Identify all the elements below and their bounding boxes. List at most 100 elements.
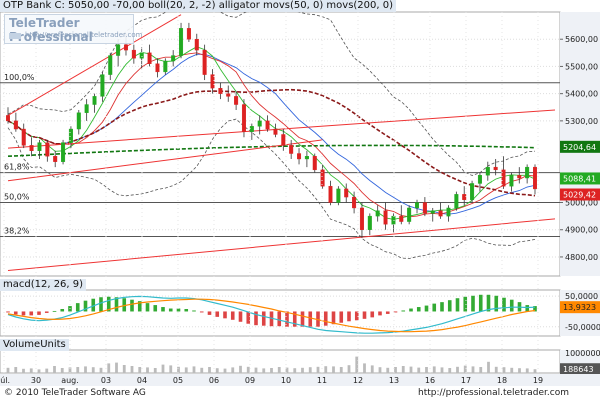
candle-body[interactable] bbox=[171, 55, 176, 62]
candle-body[interactable] bbox=[344, 188, 349, 198]
macd-histogram-bar bbox=[339, 311, 344, 323]
candle-body[interactable] bbox=[194, 39, 199, 51]
macd-panel[interactable]: 50,0000 -50,0000 13,9323 bbox=[0, 289, 600, 337]
candle-body[interactable] bbox=[415, 202, 420, 209]
candle-body[interactable] bbox=[446, 207, 451, 217]
volume-bar bbox=[463, 365, 467, 373]
candle-body[interactable] bbox=[297, 153, 302, 160]
volume-panel-title: VolumeUnits bbox=[0, 339, 69, 351]
candle-body[interactable] bbox=[485, 166, 490, 176]
candle-body[interactable] bbox=[234, 96, 239, 105]
volume-bar bbox=[161, 364, 165, 373]
candle-body[interactable] bbox=[367, 215, 372, 230]
candle-body[interactable] bbox=[45, 142, 50, 157]
footer-url[interactable]: http://professional.teletrader.com bbox=[418, 388, 569, 398]
volume-bar bbox=[525, 368, 529, 373]
candle-body[interactable] bbox=[304, 156, 309, 160]
macd-histogram-bar bbox=[323, 311, 328, 326]
macd-histogram-bar bbox=[300, 311, 305, 327]
volume-bar bbox=[301, 367, 304, 373]
candle-body[interactable] bbox=[163, 60, 168, 73]
x-tick-label: 12 bbox=[353, 376, 363, 385]
candle-body[interactable] bbox=[249, 126, 254, 132]
macd-histogram-bar bbox=[13, 311, 18, 315]
candle-body[interactable] bbox=[336, 188, 341, 203]
volume-bar bbox=[510, 367, 514, 373]
volume-bar bbox=[487, 361, 490, 373]
candle-body[interactable] bbox=[226, 93, 231, 97]
candle-body[interactable] bbox=[289, 145, 294, 154]
candle-body[interactable] bbox=[139, 52, 144, 59]
volume-bar bbox=[308, 367, 312, 373]
candle-body[interactable] bbox=[100, 74, 105, 97]
candle-body[interactable] bbox=[422, 202, 427, 214]
candle-body[interactable] bbox=[147, 52, 152, 64]
candle-body[interactable] bbox=[312, 156, 317, 171]
candle-body[interactable] bbox=[383, 210, 388, 225]
candle-body[interactable] bbox=[462, 194, 467, 200]
candle-body[interactable] bbox=[477, 175, 482, 184]
candle-body[interactable] bbox=[399, 215, 404, 222]
candle-body[interactable] bbox=[155, 63, 160, 73]
macd-histogram-bar bbox=[145, 303, 150, 312]
candle-body[interactable] bbox=[375, 210, 380, 217]
volume-bar bbox=[200, 367, 204, 373]
macd-histogram-bar bbox=[525, 305, 530, 312]
candle-body[interactable] bbox=[76, 112, 81, 130]
candle-body[interactable] bbox=[525, 166, 530, 179]
candle-body[interactable] bbox=[186, 28, 191, 40]
macd-histogram-bar bbox=[192, 310, 196, 312]
watermark-title: TeleTrader Professional bbox=[9, 16, 93, 44]
candle-body[interactable] bbox=[53, 156, 58, 162]
volume-bar bbox=[99, 367, 103, 373]
candle-body[interactable] bbox=[273, 128, 278, 135]
volume-bar bbox=[84, 366, 87, 373]
candle-body[interactable] bbox=[352, 196, 357, 209]
candle-body[interactable] bbox=[179, 28, 184, 56]
candle-body[interactable] bbox=[123, 44, 128, 51]
volume-bar bbox=[146, 367, 149, 373]
volume-panel[interactable]: 1000000 188643 bbox=[0, 349, 600, 376]
candle-body[interactable] bbox=[116, 44, 121, 56]
volume-bar bbox=[270, 368, 273, 373]
candle-body[interactable] bbox=[281, 134, 286, 146]
candle-body[interactable] bbox=[218, 88, 223, 94]
volume-bar bbox=[518, 368, 521, 373]
candle-body[interactable] bbox=[257, 120, 262, 127]
candle-body[interactable] bbox=[61, 142, 66, 162]
candle-body[interactable] bbox=[359, 207, 364, 230]
candle-body[interactable] bbox=[391, 215, 396, 225]
candle-body[interactable] bbox=[533, 166, 538, 190]
candle-body[interactable] bbox=[13, 120, 18, 130]
volume-bar bbox=[107, 363, 111, 373]
macd-histogram-bar bbox=[6, 311, 10, 313]
candle-body[interactable] bbox=[131, 49, 136, 59]
candle-body[interactable] bbox=[202, 49, 207, 75]
candle-body[interactable] bbox=[320, 169, 325, 187]
candle-body[interactable] bbox=[84, 104, 89, 113]
macd-histogram-bar bbox=[37, 311, 41, 315]
candle-body[interactable] bbox=[241, 104, 246, 132]
macd-histogram-bar bbox=[60, 309, 65, 312]
candle-body[interactable] bbox=[517, 175, 522, 179]
candle-body[interactable] bbox=[470, 183, 475, 200]
candle-body[interactable] bbox=[265, 120, 270, 130]
candle-body[interactable] bbox=[509, 175, 514, 187]
x-tick-label: 06 bbox=[209, 376, 219, 385]
x-tick-label: aug. bbox=[61, 376, 79, 385]
candle-body[interactable] bbox=[407, 207, 412, 222]
candle-body[interactable] bbox=[493, 166, 498, 171]
volume-last-value-label: 188643 bbox=[563, 365, 594, 374]
volume-bar bbox=[409, 366, 413, 373]
candle-body[interactable] bbox=[108, 55, 113, 75]
candle-body[interactable] bbox=[29, 145, 34, 152]
candle-body[interactable] bbox=[21, 128, 26, 146]
candle-body[interactable] bbox=[328, 185, 333, 203]
candle-body[interactable] bbox=[430, 210, 435, 214]
x-tick-label: 05 bbox=[173, 376, 183, 385]
candle-body[interactable] bbox=[5, 115, 10, 122]
candle-body[interactable] bbox=[438, 210, 443, 217]
candle-body[interactable] bbox=[37, 142, 42, 152]
candle-body[interactable] bbox=[92, 96, 97, 105]
candle-body[interactable] bbox=[454, 194, 459, 209]
